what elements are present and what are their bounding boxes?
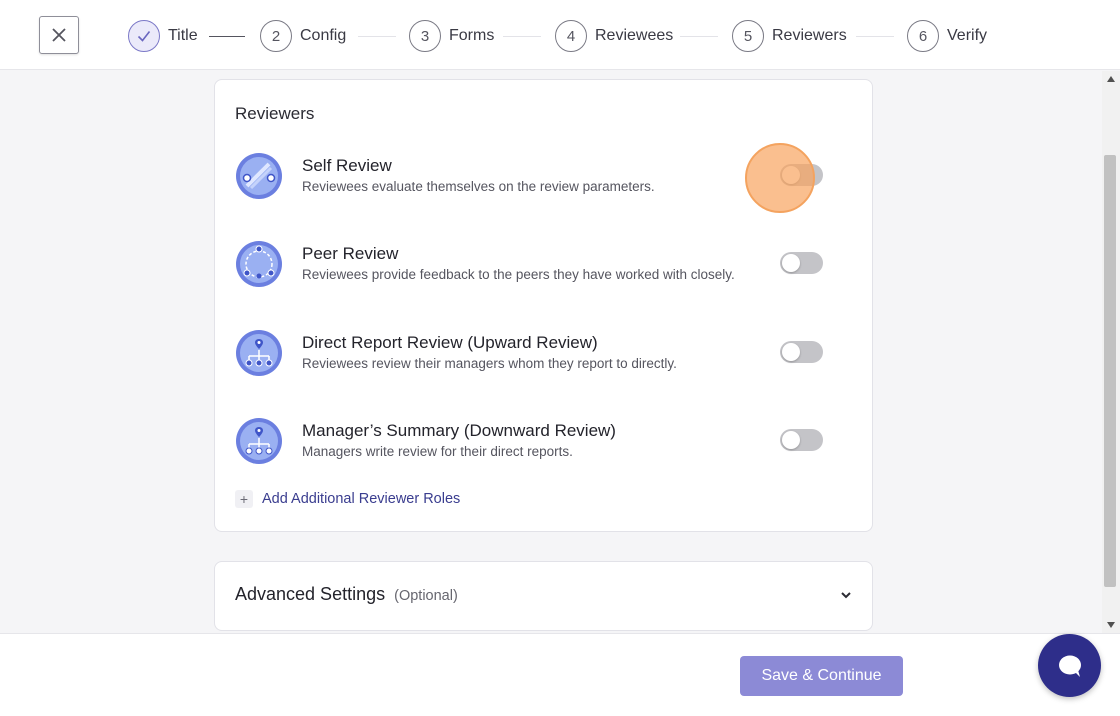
role-description: Reviewees evaluate themselves on the rev… xyxy=(302,179,655,194)
advanced-settings-label: Advanced Settings xyxy=(235,584,386,604)
step-label: Config xyxy=(300,27,347,44)
step-label: Verify xyxy=(947,27,988,44)
scroll-down-arrow[interactable] xyxy=(1107,622,1115,628)
step-label: Reviewers xyxy=(772,27,847,44)
step-label: Title xyxy=(168,27,198,44)
role-description: Reviewees provide feedback to the peers … xyxy=(302,267,735,282)
scrollbar-thumb[interactable] xyxy=(1104,155,1116,587)
reviewers-card: Reviewers Self Review Reviewees evaluate… xyxy=(214,79,873,532)
chat-bubble-icon xyxy=(1058,655,1081,677)
step-number: 5 xyxy=(732,20,764,52)
advanced-settings-title: Advanced Settings (Optional) xyxy=(235,584,458,605)
step-label: Reviewees xyxy=(595,27,674,44)
step-forms[interactable]: 3 Forms xyxy=(409,20,494,52)
reviewer-role-upward: Direct Report Review (Upward Review) Rev… xyxy=(235,329,855,379)
check-icon xyxy=(128,20,160,52)
chat-launcher-button[interactable] xyxy=(1038,634,1101,697)
role-name: Manager’s Summary (Downward Review) xyxy=(302,421,616,440)
step-connector xyxy=(209,36,245,37)
reviewer-role-self: Self Review Reviewees evaluate themselve… xyxy=(235,143,855,213)
step-config[interactable]: 2 Config xyxy=(260,20,346,52)
add-reviewer-roles-link[interactable]: + Add Additional Reviewer Roles xyxy=(235,490,460,508)
scroll-up-arrow[interactable] xyxy=(1107,76,1115,82)
self-review-toggle[interactable] xyxy=(780,164,823,186)
upward-review-icon xyxy=(236,330,282,376)
wizard-header: Title 2 Config 3 Forms 4 Reviewees 5 Rev… xyxy=(0,0,1120,70)
advanced-settings-card[interactable]: Advanced Settings (Optional) xyxy=(214,561,873,631)
self-review-icon xyxy=(236,153,282,199)
step-connector xyxy=(503,36,541,37)
role-name: Peer Review xyxy=(302,244,399,263)
step-title[interactable]: Title xyxy=(128,20,198,52)
upward-review-toggle[interactable] xyxy=(780,341,823,363)
reviewer-role-downward: Manager’s Summary (Downward Review) Mana… xyxy=(235,417,855,467)
toggle-knob xyxy=(782,343,800,361)
add-reviewer-roles-label: Add Additional Reviewer Roles xyxy=(262,491,461,507)
content-scroll-area: Reviewers Self Review Reviewees evaluate… xyxy=(0,71,1120,633)
downward-review-icon xyxy=(236,418,282,464)
peer-review-icon xyxy=(236,241,282,287)
reviewers-title: Reviewers xyxy=(235,104,315,123)
step-label: Forms xyxy=(449,27,495,44)
close-button[interactable] xyxy=(39,16,79,54)
downward-review-toggle[interactable] xyxy=(780,429,823,451)
step-number: 4 xyxy=(555,20,587,52)
step-reviewers[interactable]: 5 Reviewers xyxy=(732,20,847,52)
wizard-footer: Save & Continue xyxy=(0,633,1120,716)
chevron-down-icon[interactable] xyxy=(840,589,852,601)
role-description: Reviewees review their managers whom the… xyxy=(302,356,677,371)
step-connector xyxy=(358,36,396,37)
step-number: 2 xyxy=(260,20,292,52)
toggle-knob xyxy=(782,166,800,184)
toggle-knob xyxy=(782,431,800,449)
step-connector xyxy=(856,36,894,37)
reviewer-role-peer: Peer Review Reviewees provide feedback t… xyxy=(235,240,855,290)
role-description: Managers write review for their direct r… xyxy=(302,444,573,459)
step-number: 6 xyxy=(907,20,939,52)
step-verify[interactable]: 6 Verify xyxy=(907,20,987,52)
close-icon xyxy=(52,28,66,42)
step-number: 3 xyxy=(409,20,441,52)
save-continue-button[interactable]: Save & Continue xyxy=(740,656,903,696)
role-name: Self Review xyxy=(302,156,392,175)
step-connector xyxy=(680,36,718,37)
peer-review-toggle[interactable] xyxy=(780,252,823,274)
toggle-knob xyxy=(782,254,800,272)
step-reviewees[interactable]: 4 Reviewees xyxy=(555,20,673,52)
optional-label: (Optional) xyxy=(394,588,458,604)
plus-icon: + xyxy=(235,490,253,508)
role-name: Direct Report Review (Upward Review) xyxy=(302,333,598,352)
vertical-scrollbar[interactable] xyxy=(1102,71,1120,633)
